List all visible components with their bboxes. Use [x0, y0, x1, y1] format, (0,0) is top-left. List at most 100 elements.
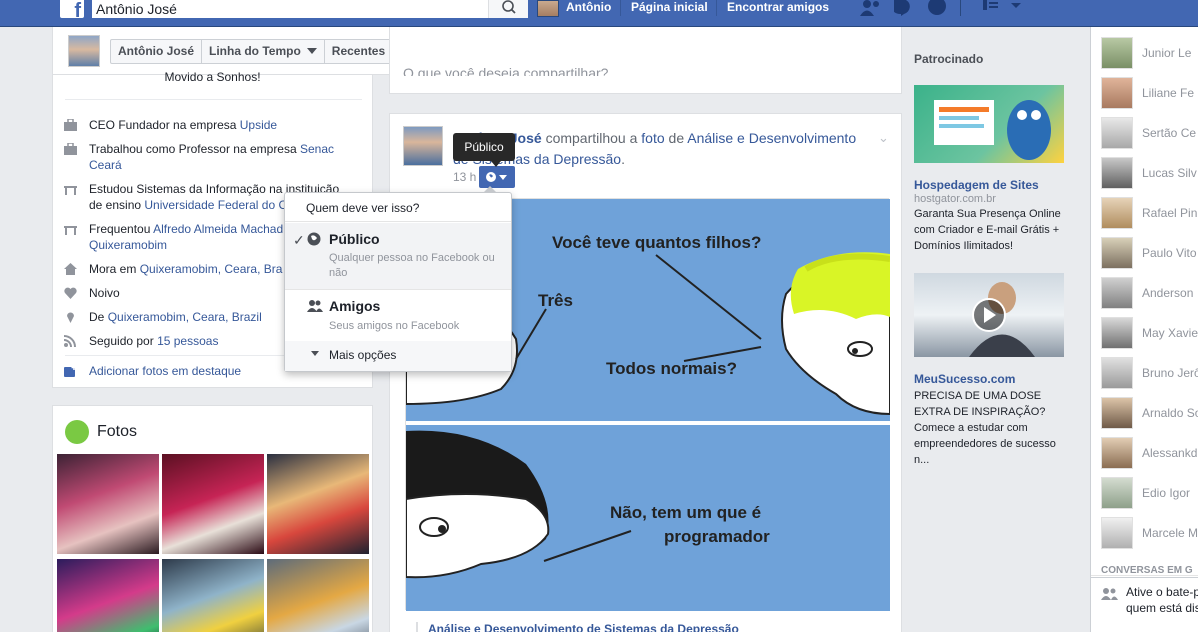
rss-icon	[64, 335, 76, 347]
chevron-down-icon	[311, 351, 319, 356]
dropdown-header: Quem deve ver isso?	[306, 201, 420, 215]
sponsored-heading: Patrocinado	[914, 52, 984, 66]
messenger-icon[interactable]	[894, 0, 918, 16]
chat-contact[interactable]: Alessankd	[1101, 437, 1198, 469]
shared-page-link[interactable]: Análise e Desenvolvimento de Sistemas da…	[416, 622, 739, 632]
chat-contact[interactable]: Arnaldo So	[1101, 397, 1198, 429]
home-link[interactable]: Página inicial	[631, 0, 708, 14]
profile-link[interactable]: Antônio	[566, 0, 611, 14]
chat-contact[interactable]: Sertão Ce	[1101, 117, 1198, 149]
chat-contact[interactable]: May Xavie	[1101, 317, 1198, 349]
privacy-option-public[interactable]: ✓ Público Qualquer pessoa no Facebook ou…	[285, 223, 511, 289]
chat-contact[interactable]: Rafael Pin	[1101, 197, 1198, 229]
about-text: CEO Fundador na empresa	[89, 118, 240, 132]
avatar[interactable]	[537, 0, 559, 17]
chat-contact[interactable]: Lucas Silv	[1101, 157, 1198, 189]
avatar[interactable]	[68, 35, 100, 67]
divider	[285, 221, 511, 222]
avatar	[1101, 357, 1133, 389]
chat-contact[interactable]: Anderson	[1101, 277, 1198, 309]
chat-contact[interactable]: Paulo Vito	[1101, 237, 1198, 269]
contact-name: Alessankd	[1142, 446, 1198, 460]
search-input[interactable]	[92, 0, 488, 18]
photo-thumbnail[interactable]	[57, 559, 159, 632]
composer-placeholder[interactable]: O que você deseja compartilhar?	[403, 65, 608, 76]
about-text: Frequentou	[89, 222, 154, 236]
post-composer[interactable]: O que você deseja compartilhar?	[389, 27, 902, 94]
friends-icon	[1101, 588, 1118, 600]
comic-text: Todos normais?	[606, 359, 737, 378]
about-text: De	[89, 310, 108, 324]
briefcase-icon	[64, 143, 77, 155]
search-button[interactable]	[488, 0, 528, 18]
photo-thumbnail[interactable]	[267, 559, 369, 632]
about-text: Seguido por	[89, 334, 158, 348]
more-options-item[interactable]: Mais opções	[285, 341, 511, 371]
photo-thumbnail[interactable]	[162, 559, 264, 632]
ad-title-link[interactable]: Hospedagem de Sites	[914, 178, 1039, 192]
divider	[960, 0, 961, 16]
photos-title[interactable]: Fotos	[97, 423, 137, 441]
photo-thumbnail[interactable]	[57, 454, 159, 554]
avatar	[1101, 277, 1133, 309]
divider	[716, 0, 717, 16]
avatar[interactable]	[403, 126, 443, 166]
contact-name: Bruno Jerô	[1142, 366, 1198, 380]
find-friends-link[interactable]: Encontrar amigos	[727, 0, 829, 14]
bio-text: Movido a Sonhos!	[164, 70, 261, 84]
briefcase-icon	[64, 119, 77, 131]
about-text: Trabalhou como Professor na empresa	[89, 142, 300, 156]
post-timestamp[interactable]: 13 h	[453, 170, 476, 184]
avatar	[1101, 397, 1133, 429]
chat-contact[interactable]: Bruno Jerô	[1101, 357, 1198, 389]
chat-contact[interactable]: Liliane Fe	[1101, 77, 1198, 109]
divider	[620, 0, 621, 16]
contact-name: Paulo Vito	[1142, 246, 1197, 260]
photo-thumbnail[interactable]	[162, 454, 264, 554]
about-link[interactable]: 15 pessoas	[157, 334, 218, 348]
ad-video[interactable]	[914, 273, 1064, 357]
avatar	[1101, 157, 1133, 189]
privacy-option-friends[interactable]: Amigos Seus amigos no Facebook	[285, 290, 511, 340]
chat-contact[interactable]: Marcele M	[1101, 517, 1198, 549]
about-text: Mora em	[89, 262, 140, 276]
privacy-selector-button[interactable]	[479, 166, 515, 188]
option-description: Seus amigos no Facebook	[329, 320, 460, 332]
about-link[interactable]: Quixeramobim, Ceara, Bra	[140, 262, 283, 276]
avatar	[1101, 517, 1133, 549]
crumb-profile-name[interactable]: Antônio José	[111, 40, 203, 63]
privacy-dropdown-menu: Quem deve ver isso? ✓ Público Qualquer p…	[284, 186, 512, 372]
about-link[interactable]: Universidade Federal do C	[144, 198, 287, 212]
crumb-label: Linha do Tempo	[209, 44, 301, 58]
notifications-globe-icon[interactable]	[928, 0, 948, 16]
about-text: Noivo	[89, 286, 120, 300]
about-link[interactable]: Upside	[240, 118, 277, 132]
comic-text: Não, tem um que é	[610, 503, 762, 522]
enable-chat-link[interactable]: Ative o bate-p quem está dis	[1126, 584, 1198, 616]
facebook-logo-icon[interactable]: f	[60, 0, 84, 18]
ad-video-thumbnail	[969, 282, 1035, 357]
option-description: Qualquer pessoa no Facebook ou não	[329, 252, 495, 279]
chat-contact[interactable]: Junior Le	[1101, 37, 1198, 69]
graduation-cap-icon	[64, 226, 77, 235]
ad-domain: hostgator.com.br	[914, 193, 996, 205]
ad-image[interactable]	[914, 85, 1064, 163]
photos-icon	[65, 420, 89, 444]
post-object-link[interactable]: foto	[641, 130, 664, 146]
ad-title-link[interactable]: MeuSucesso.com	[914, 372, 1015, 386]
ad-body-text: Garanta Sua Presença Online com Criador …	[914, 208, 1061, 252]
photo-thumbnail[interactable]	[267, 454, 369, 554]
about-link[interactable]: Quixeramobim, Ceara, Brazil	[108, 310, 262, 324]
settings-dropdown-icon[interactable]	[983, 0, 1023, 14]
crumb-timeline[interactable]: Linha do Tempo	[202, 40, 325, 63]
chat-contact[interactable]: Edio Igor	[1101, 477, 1198, 509]
avatar	[1101, 237, 1133, 269]
post-options-chevron-icon[interactable]: ⌄	[878, 130, 889, 146]
option-title: Amigos	[329, 298, 381, 314]
enable-chat-prompt[interactable]: Ative o bate-p quem está dis	[1091, 577, 1198, 632]
friend-requests-icon[interactable]	[858, 0, 884, 16]
avatar	[1101, 437, 1133, 469]
avatar	[1101, 77, 1133, 109]
globe-icon	[307, 232, 321, 246]
search-icon	[502, 0, 516, 14]
